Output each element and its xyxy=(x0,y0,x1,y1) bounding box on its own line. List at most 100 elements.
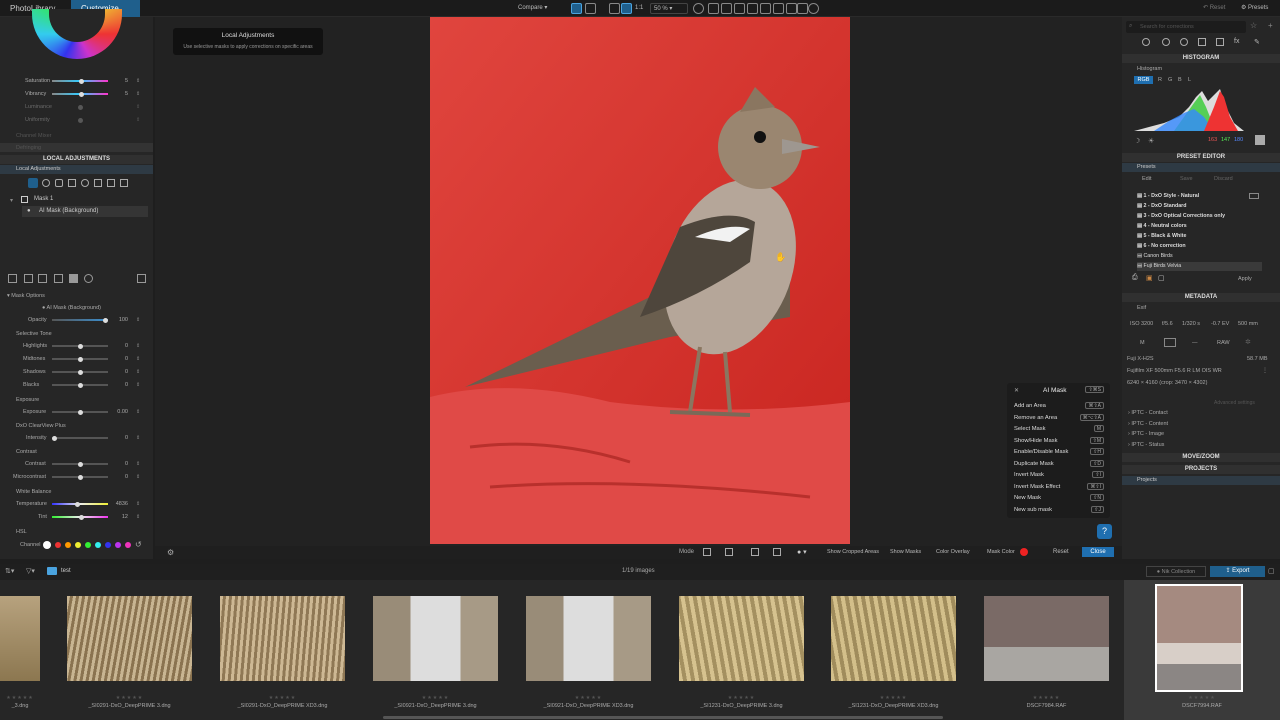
save-button[interactable]: Save xyxy=(1180,176,1193,182)
luminance-row[interactable]: Luminance ⇕ xyxy=(0,102,153,112)
histogram-header[interactable]: HISTOGRAM xyxy=(1122,54,1280,63)
slider-track[interactable] xyxy=(52,78,108,84)
metadata-header[interactable]: METADATA xyxy=(1122,293,1280,302)
eyedropper-icon[interactable] xyxy=(747,3,758,14)
help-button[interactable]: ? xyxy=(1097,524,1112,539)
star-icon[interactable]: ☆ xyxy=(1250,21,1257,30)
vibrancy-row[interactable]: Vibrancy 5 ⇕ xyxy=(0,89,153,99)
radial-icon[interactable] xyxy=(81,179,89,187)
close-button[interactable]: Close xyxy=(1082,547,1114,557)
l-tab[interactable]: L xyxy=(1188,77,1191,83)
channel-mixer-label[interactable]: Channel Mixer xyxy=(16,133,51,139)
slider-knob[interactable] xyxy=(79,78,84,84)
channel-red-swatch[interactable] xyxy=(55,542,61,548)
ai-mask-bg-row[interactable]: ● AI Mask (Background) xyxy=(22,206,148,217)
slider-track[interactable] xyxy=(52,369,108,375)
color-tab-icon[interactable] xyxy=(1162,38,1170,46)
iptc-item[interactable]: › IPTC - Image xyxy=(1128,431,1164,437)
pen-icon[interactable]: ✎ xyxy=(1254,38,1260,46)
white-balance-section[interactable]: White Balance xyxy=(16,489,51,495)
mask-tool-icon[interactable] xyxy=(28,178,38,188)
channel-cyan-swatch[interactable] xyxy=(95,542,101,548)
new-preset-icon[interactable]: ▢ xyxy=(1158,274,1165,282)
preset-item[interactable]: ▤ 2 - DxO Standard xyxy=(1137,202,1262,211)
local-adjust-icon[interactable] xyxy=(786,3,797,14)
photo[interactable] xyxy=(430,17,850,544)
slider-value[interactable]: 0 xyxy=(112,472,128,482)
new-mask-icon[interactable] xyxy=(8,274,17,283)
color-wheel[interactable] xyxy=(32,9,122,59)
expand-icon[interactable]: ▾ xyxy=(10,197,13,204)
light-tab-icon[interactable] xyxy=(1142,38,1150,46)
slider-knob[interactable] xyxy=(78,343,83,349)
channel-green-swatch[interactable] xyxy=(85,542,91,548)
stepper-icon[interactable]: ⇕ xyxy=(136,367,140,377)
slider-knob[interactable] xyxy=(79,91,84,97)
midtones-row[interactable]: Midtones 0 ⇕ xyxy=(0,354,153,364)
nik-collection-button[interactable]: ● Nik Collection xyxy=(1146,566,1206,577)
mask-options-header[interactable]: ▾ Mask Options xyxy=(7,293,45,299)
iptc-item[interactable]: › IPTC - Status xyxy=(1128,442,1164,448)
slider-track[interactable] xyxy=(52,409,108,415)
uniformity-row[interactable]: Uniformity ⇕ xyxy=(0,115,153,125)
slider-track[interactable] xyxy=(52,501,108,507)
mode-remove-icon[interactable] xyxy=(773,548,781,556)
control-point-icon[interactable] xyxy=(42,179,50,187)
preset-item[interactable]: ▤ 5 - Black & White xyxy=(1137,232,1262,241)
repair-icon[interactable] xyxy=(760,3,771,14)
ratio-button[interactable]: 1:1 xyxy=(632,3,646,14)
ai-mask-menu-item[interactable]: New Mask xyxy=(1014,495,1041,501)
stepper-icon[interactable]: ⇕ xyxy=(136,433,140,443)
folder-preset-icon[interactable]: ▣ xyxy=(1146,274,1153,282)
rating-stars[interactable]: ★★★★★ xyxy=(220,695,345,701)
mode-after-icon[interactable] xyxy=(725,548,733,556)
folder-name[interactable]: test xyxy=(61,568,71,574)
stepper-icon[interactable]: ⇕ xyxy=(136,76,140,86)
show-cropped-toggle[interactable]: Show Cropped Areas xyxy=(827,549,879,555)
ai-mask-icon[interactable] xyxy=(55,179,63,187)
preset-item[interactable]: ▤ 1 - DxO Style - Natural xyxy=(1137,192,1262,201)
local-adjustments-header[interactable]: LOCAL ADJUSTMENTS xyxy=(0,155,153,164)
ai-mask-menu-item[interactable]: New sub mask xyxy=(1014,507,1052,513)
stepper-icon[interactable]: ⇕ xyxy=(136,472,140,482)
rating-stars[interactable]: ★★★★★ xyxy=(831,695,956,701)
channel-yellow-swatch[interactable] xyxy=(75,542,81,548)
slider-value[interactable]: 0 xyxy=(112,459,128,469)
preset-item[interactable]: ▤ 3 - DxO Optical Corrections only xyxy=(1137,212,1262,221)
slider-track[interactable] xyxy=(52,474,108,480)
b-tab[interactable]: B xyxy=(1178,77,1182,83)
mask-color-swatch[interactable] xyxy=(1020,548,1028,556)
rating-stars[interactable]: ★★★★★ xyxy=(984,695,1109,701)
selective-tone-section[interactable]: Selective Tone xyxy=(16,331,52,337)
contrast-section[interactable]: Contrast xyxy=(16,449,37,455)
copy-preset-icon[interactable] xyxy=(1249,193,1259,199)
slider-knob[interactable] xyxy=(78,474,83,480)
slider-knob[interactable] xyxy=(78,105,83,110)
eye-toggle-icon[interactable] xyxy=(84,274,93,283)
stepper-icon[interactable]: ⇕ xyxy=(136,499,140,509)
slider-knob[interactable] xyxy=(78,118,83,123)
projects-row[interactable]: Projects xyxy=(1122,476,1280,485)
rating-stars[interactable]: ★★★★★ xyxy=(1124,695,1280,701)
new-submask-icon[interactable] xyxy=(24,274,33,283)
slider-value[interactable]: 5 xyxy=(112,89,128,99)
rating-stars[interactable]: ★★★★★ xyxy=(67,695,192,701)
ai-mask-menu-item[interactable]: Show/Hide Mask xyxy=(1014,438,1058,444)
slider-track[interactable] xyxy=(52,514,108,520)
thumbnail[interactable] xyxy=(831,596,956,681)
tint-row[interactable]: Tint 12 ⇕ xyxy=(0,512,153,522)
stepper-icon[interactable]: ⇕ xyxy=(136,89,140,99)
channel-magenta-swatch[interactable] xyxy=(125,542,131,548)
slider-knob[interactable] xyxy=(78,382,83,388)
presets-row[interactable]: Presets xyxy=(1122,163,1280,172)
local-adjustments-row[interactable]: Local Adjustments xyxy=(0,165,153,174)
channel-blue-swatch[interactable] xyxy=(105,542,111,548)
import-preset-icon[interactable]: ⎙ xyxy=(1132,274,1138,282)
thumbnail[interactable] xyxy=(373,596,498,681)
stepper-icon[interactable]: ⇕ xyxy=(136,115,140,125)
slider-value[interactable]: 0 xyxy=(112,367,128,377)
preset-item[interactable]: ▤ 4 - Neutral colors xyxy=(1137,222,1262,231)
rating-stars[interactable]: ★★★★★ xyxy=(373,695,498,701)
slider-value[interactable]: 0 xyxy=(112,341,128,351)
duplicate-icon[interactable] xyxy=(38,274,47,283)
